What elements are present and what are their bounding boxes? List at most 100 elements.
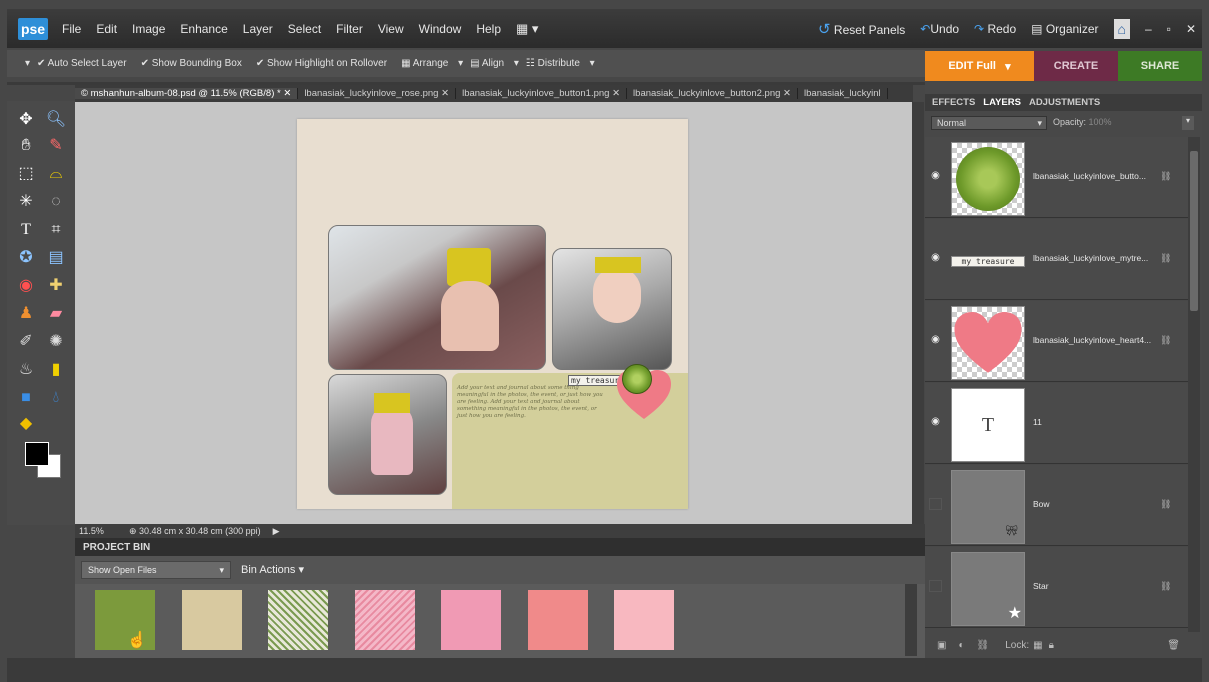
layer-row-mytreasure[interactable]: ◉ my treasure lbanasiak_luckyinlove_mytr… <box>925 219 1188 300</box>
photo-bottom-left[interactable] <box>328 374 447 495</box>
minimize-icon[interactable]: – <box>1145 22 1152 36</box>
close-icon[interactable]: ✕ <box>1186 22 1196 36</box>
shape-tool-icon[interactable]: ■ <box>15 387 37 409</box>
layer-row-button[interactable]: ◉ lbanasiak_luckyinlove_butto... ⛓ <box>925 137 1188 218</box>
healing-brush-tool-icon[interactable]: ✚ <box>45 275 67 297</box>
show-highlight-checkbox[interactable]: ✔ Show Highlight on Rollover <box>256 58 394 69</box>
bin-thumbnail[interactable] <box>441 590 501 650</box>
menu-layer[interactable]: Layer <box>243 22 273 36</box>
gradient-tool-icon[interactable]: ▮ <box>45 359 67 381</box>
project-bin-header[interactable]: PROJECT BIN <box>75 538 925 556</box>
menu-edit[interactable]: Edit <box>96 22 117 36</box>
magic-wand-tool-icon[interactable]: ✳ <box>15 191 37 213</box>
tab-adjustments[interactable]: ADJUSTMENTS <box>1029 97 1100 108</box>
link-layers-icon[interactable]: ⛓ <box>977 640 990 651</box>
doc-tab-button1[interactable]: lbanasiak_luckyinlove_button1.png ✕ <box>456 88 628 99</box>
eraser-tool-icon[interactable]: ▰ <box>45 303 67 325</box>
new-layer-icon[interactable]: ▣ <box>937 640 946 651</box>
opacity-dropdown-icon[interactable]: ▾ <box>1182 116 1194 130</box>
green-button-embellishment[interactable] <box>622 364 652 394</box>
canvas-scrollbar[interactable] <box>912 102 924 524</box>
move-tool-icon[interactable]: ✥ <box>15 109 37 131</box>
doc-tab-album[interactable]: © mshanhun-album-08.psd @ 11.5% (RGB/8) … <box>75 88 299 99</box>
bin-thumbnail[interactable] <box>528 590 588 650</box>
journal-text[interactable]: Add your text and journal about some thi… <box>457 385 607 420</box>
tab-layers[interactable]: LAYERS <box>983 97 1021 108</box>
bin-thumbnail[interactable] <box>182 590 242 650</box>
doc-tab-more[interactable]: lbanasiak_luckyinl <box>798 88 888 99</box>
smart-brush-tool-icon[interactable]: ✺ <box>45 331 67 353</box>
trash-icon[interactable]: 🗑︎ <box>1167 640 1180 651</box>
status-arrow-icon[interactable]: ▶ <box>273 526 280 537</box>
bin-thumbnail[interactable] <box>614 590 674 650</box>
tool-preset-icon[interactable]: ▾ <box>25 58 30 69</box>
crop-tool-icon[interactable]: ⌗ <box>45 219 67 241</box>
lock-all-icon[interactable]: 🔒︎ <box>1049 640 1054 651</box>
redo-button[interactable]: ↷ Redo <box>974 22 1016 36</box>
scrapbook-page[interactable]: Add your text and journal about some thi… <box>297 119 688 509</box>
menu-filter[interactable]: Filter <box>336 22 363 36</box>
eye-icon[interactable]: ◉ <box>929 334 942 346</box>
opacity-control[interactable]: Opacity: 100% <box>1053 117 1112 127</box>
clone-stamp-tool-icon[interactable]: ♟ <box>15 303 37 325</box>
menu-file[interactable]: File <box>62 22 81 36</box>
bin-thumbnail[interactable] <box>268 590 328 650</box>
undo-button[interactable]: ↶Undo <box>920 22 959 36</box>
doc-tab-rose[interactable]: lbanasiak_luckyinlove_rose.png ✕ <box>298 88 457 99</box>
sponge-tool-icon[interactable]: ◆ <box>15 413 37 435</box>
lock-transparency-icon[interactable]: ▦ <box>1033 640 1042 651</box>
eye-icon[interactable]: ◉ <box>929 252 942 264</box>
eye-hidden-icon[interactable] <box>929 580 942 592</box>
layer-row-star[interactable]: ★ Star ⛓ <box>925 547 1188 628</box>
paint-bucket-tool-icon[interactable]: ♨ <box>15 359 37 381</box>
eye-icon[interactable]: ◉ <box>929 416 942 428</box>
zoom-tool-icon[interactable]: 🔍︎ <box>45 109 67 131</box>
tab-edit-full[interactable]: EDIT Full ▾ <box>925 51 1034 81</box>
type-tool-icon[interactable]: T <box>15 219 37 241</box>
eyedropper-tool-icon[interactable]: ✎ <box>45 135 67 157</box>
foreground-color-swatch[interactable] <box>25 442 49 466</box>
show-open-files-select[interactable]: Show Open Files ▾ <box>81 561 231 579</box>
layer-row-bow[interactable]: 🎀︎ Bow ⛓ <box>925 465 1188 546</box>
home-button[interactable]: ⌂ <box>1113 18 1130 39</box>
tab-effects[interactable]: EFFECTS <box>932 97 975 108</box>
zoom-level[interactable]: 11.5% <box>79 526 129 536</box>
blend-mode-select[interactable]: Normal ▾ <box>931 116 1047 130</box>
layer-row-heart[interactable]: ◉ lbanasiak_luckyinlove_heart4... ⛓ <box>925 301 1188 382</box>
distribute-dropdown[interactable]: ☷ Distribute ▾ <box>526 58 595 69</box>
doc-tab-button2[interactable]: lbanasiak_luckyinlove_button2.png ✕ <box>627 88 799 99</box>
cookie-cutter-tool-icon[interactable]: ✪ <box>15 247 37 269</box>
quick-selection-tool-icon[interactable]: ◌ <box>45 191 67 213</box>
photo-right[interactable] <box>552 248 672 370</box>
lasso-tool-icon[interactable]: ⌓ <box>45 163 67 185</box>
arrange-dropdown[interactable]: ▦ Arrange ▾ <box>401 58 463 69</box>
reset-panels-button[interactable]: ↺ Reset Panels <box>818 20 905 38</box>
bin-scrollbar[interactable] <box>905 584 917 656</box>
menu-window[interactable]: Window <box>419 22 462 36</box>
hand-tool-icon[interactable]: ✋︎ <box>15 135 37 157</box>
align-dropdown[interactable]: ▤ Align ▾ <box>470 58 519 69</box>
canvas-area[interactable]: Add your text and journal about some thi… <box>75 102 912 524</box>
menu-view[interactable]: View <box>378 22 404 36</box>
layer-row-text[interactable]: ◉ T 11 <box>925 383 1188 464</box>
layout-menu-icon[interactable]: ▦ ▾ <box>516 21 538 37</box>
menu-enhance[interactable]: Enhance <box>180 22 227 36</box>
layers-scrollbar[interactable] <box>1188 137 1200 632</box>
photo-main[interactable] <box>328 225 546 370</box>
adjustment-layer-icon[interactable]: ◐ <box>958 640 964 651</box>
tab-share[interactable]: SHARE <box>1118 51 1202 81</box>
marquee-tool-icon[interactable]: ⬚ <box>15 163 37 185</box>
menu-image[interactable]: Image <box>132 22 165 36</box>
red-eye-tool-icon[interactable]: ◉ <box>15 275 37 297</box>
auto-select-checkbox[interactable]: ✔ Auto Select Layer <box>37 58 134 69</box>
maximize-icon[interactable]: ▫ <box>1167 22 1171 36</box>
eye-icon[interactable]: ◉ <box>929 170 942 182</box>
bin-actions-menu[interactable]: Bin Actions ▾ <box>241 563 304 576</box>
bin-thumbnail[interactable] <box>355 590 415 650</box>
menu-select[interactable]: Select <box>288 22 321 36</box>
tab-create[interactable]: CREATE <box>1034 51 1118 81</box>
blur-tool-icon[interactable]: 💧︎ <box>45 387 67 409</box>
menu-help[interactable]: Help <box>476 22 501 36</box>
eye-hidden-icon[interactable] <box>929 498 942 510</box>
straighten-tool-icon[interactable]: ▤ <box>45 247 67 269</box>
